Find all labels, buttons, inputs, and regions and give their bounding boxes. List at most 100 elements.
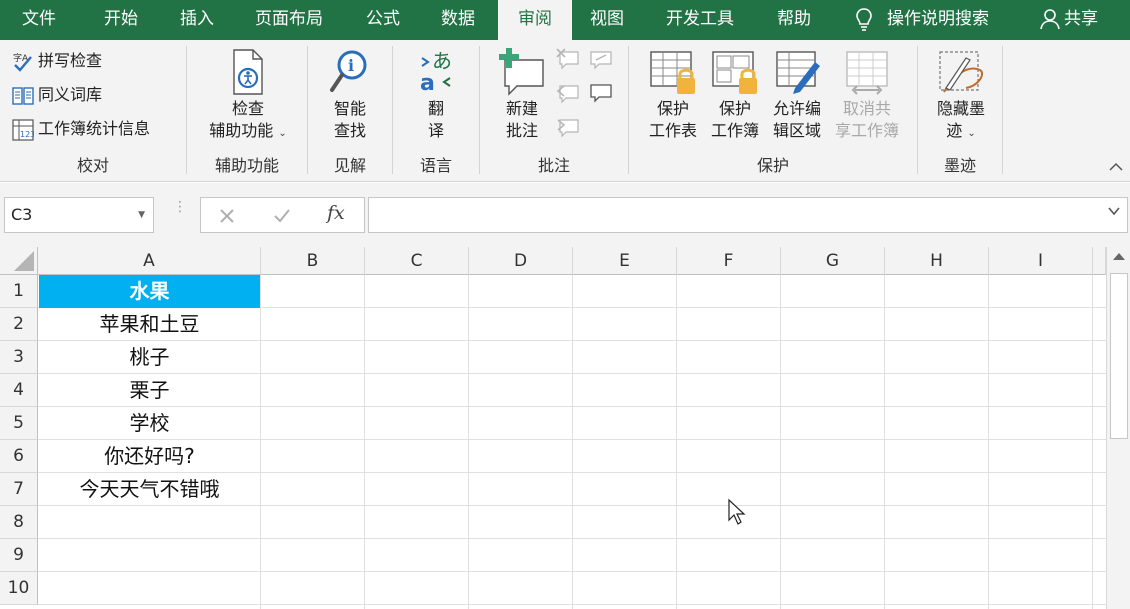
protect-workbook-button[interactable]: 保护 工作簿 (704, 48, 766, 142)
row-header[interactable]: 8 (0, 506, 38, 539)
column-header[interactable]: D (469, 247, 573, 275)
tab-data[interactable]: 数据 (441, 0, 475, 40)
name-box[interactable]: C3 ▼ (4, 197, 154, 233)
group-label-accessibility: 辅助功能 (214, 156, 279, 175)
formula-input[interactable] (368, 197, 1128, 233)
gridline (780, 275, 781, 609)
spelling-button[interactable]: 字A 拼写检查 (12, 48, 102, 74)
gridline (38, 538, 1106, 539)
scroll-up-icon[interactable] (1113, 253, 1125, 260)
protect-sheet-button[interactable]: 保护 工作表 (642, 48, 704, 142)
gridline (260, 275, 261, 609)
chevron-down-icon[interactable] (1107, 206, 1121, 216)
row-header[interactable]: 4 (0, 374, 38, 407)
chevron-down-icon: ⌄ (278, 128, 287, 139)
show-ink-icon[interactable] (588, 48, 614, 70)
svg-text:i: i (348, 56, 354, 75)
tab-insert[interactable]: 插入 (180, 0, 214, 40)
translate-icon: あ a (420, 49, 452, 96)
thesaurus-button[interactable]: 同义词库 (12, 82, 102, 108)
translate-button[interactable]: あ a 翻 译 (404, 48, 468, 142)
gridline (38, 571, 1106, 572)
column-header[interactable]: B (261, 247, 365, 275)
smart-lookup-button[interactable]: i 智能 查找 (318, 48, 382, 142)
workbook-statistics-label: 工作簿统计信息 (38, 119, 151, 138)
unshare-workbook-button[interactable]: 取消共 享工作簿 (828, 48, 906, 142)
cell-a1[interactable]: 水果 (39, 275, 260, 308)
group-label-language: 语言 (419, 156, 452, 175)
mouse-pointer-icon (728, 498, 746, 525)
protect-sheet-label-2: 工作表 (648, 121, 697, 140)
tab-page-layout[interactable]: 页面布局 (255, 0, 323, 40)
cell-a2[interactable]: 苹果和土豆 (39, 308, 260, 341)
gridline (572, 275, 573, 609)
column-header[interactable]: E (573, 247, 677, 275)
tab-review[interactable]: 审阅 (498, 0, 572, 40)
column-header[interactable]: A (38, 247, 261, 275)
cell-a4[interactable]: 栗子 (39, 374, 260, 407)
gridline (364, 275, 365, 609)
new-comment-label-1: 新建 (505, 99, 538, 118)
allow-edit-ranges-button[interactable]: 允许编 辑区域 (766, 48, 828, 142)
cancel-icon[interactable] (219, 208, 235, 224)
tab-home[interactable]: 开始 (104, 0, 138, 40)
workbook-statistics-button[interactable]: 123 工作簿统计信息 (12, 116, 150, 142)
enter-check-icon[interactable] (273, 208, 291, 224)
cell-a3[interactable]: 桃子 (39, 341, 260, 374)
group-label-comments: 批注 (537, 156, 570, 175)
row-header[interactable]: 10 (0, 572, 38, 605)
tab-formulas[interactable]: 公式 (366, 0, 400, 40)
show-comments-icon[interactable] (588, 82, 614, 104)
share-button[interactable]: 共享 (1040, 0, 1098, 40)
share-label: 共享 (1064, 9, 1098, 29)
column-header[interactable]: I (989, 247, 1093, 275)
new-comment-icon (499, 48, 544, 96)
cell-a6[interactable]: 你还好吗? (39, 440, 260, 473)
row-header[interactable]: 9 (0, 539, 38, 572)
tab-help[interactable]: 帮助 (777, 0, 811, 40)
row-header[interactable]: 5 (0, 407, 38, 440)
search-icon: i (330, 50, 367, 92)
next-comment-icon[interactable] (556, 116, 580, 138)
insert-function-icon[interactable]: fx (327, 202, 345, 224)
svg-text:a: a (420, 71, 435, 96)
new-comment-button[interactable]: 新建 批注 (492, 48, 552, 142)
allow-edit-ranges-label-1: 允许编 (772, 99, 821, 118)
previous-comment-icon[interactable] (556, 82, 580, 104)
vertical-scrollbar[interactable] (1106, 247, 1130, 609)
protect-sheet-label-1: 保护 (656, 99, 689, 118)
check-accessibility-button[interactable]: 检查 辅助功能 ⌄ (196, 48, 300, 145)
select-all-corner[interactable] (0, 247, 38, 275)
tab-file[interactable]: 文件 (22, 0, 56, 40)
collapse-ribbon-icon[interactable] (1108, 162, 1124, 172)
tell-me-search[interactable]: 操作说明搜索 (855, 0, 989, 40)
cell-a7[interactable]: 今天天气不错哦 (39, 473, 260, 506)
chevron-down-icon[interactable]: ▼ (138, 198, 145, 232)
drag-handle-icon[interactable]: ⋮ (173, 200, 187, 214)
delete-comment-icon[interactable] (556, 48, 580, 70)
tab-view[interactable]: 视图 (590, 0, 624, 40)
tell-me-label: 操作说明搜索 (887, 9, 989, 29)
tab-developer[interactable]: 开发工具 (666, 0, 734, 40)
worksheet-grid[interactable]: A B C D E F G H I 1 2 3 4 5 6 7 8 9 10 水… (0, 247, 1130, 609)
row-header[interactable]: 6 (0, 440, 38, 473)
cell-a5[interactable]: 学校 (39, 407, 260, 440)
hide-ink-button[interactable]: 隐藏墨 迹 ⌄ (928, 48, 994, 145)
column-header[interactable]: H (885, 247, 989, 275)
row-header[interactable]: 3 (0, 341, 38, 374)
gridline (1092, 275, 1093, 609)
group-separator (186, 46, 187, 174)
row-header[interactable]: 2 (0, 308, 38, 341)
scrollbar-thumb[interactable] (1110, 273, 1128, 439)
gridline (988, 275, 989, 609)
column-header[interactable] (1093, 247, 1106, 275)
gridline (676, 275, 677, 609)
row-header[interactable]: 7 (0, 473, 38, 506)
row-header[interactable]: 1 (0, 275, 38, 308)
column-header[interactable]: G (781, 247, 885, 275)
column-header[interactable]: F (677, 247, 781, 275)
column-header[interactable]: C (365, 247, 469, 275)
statistics-icon: 123 (12, 118, 34, 141)
name-box-value: C3 (11, 205, 33, 224)
spell-check-icon: 字A (13, 52, 32, 72)
